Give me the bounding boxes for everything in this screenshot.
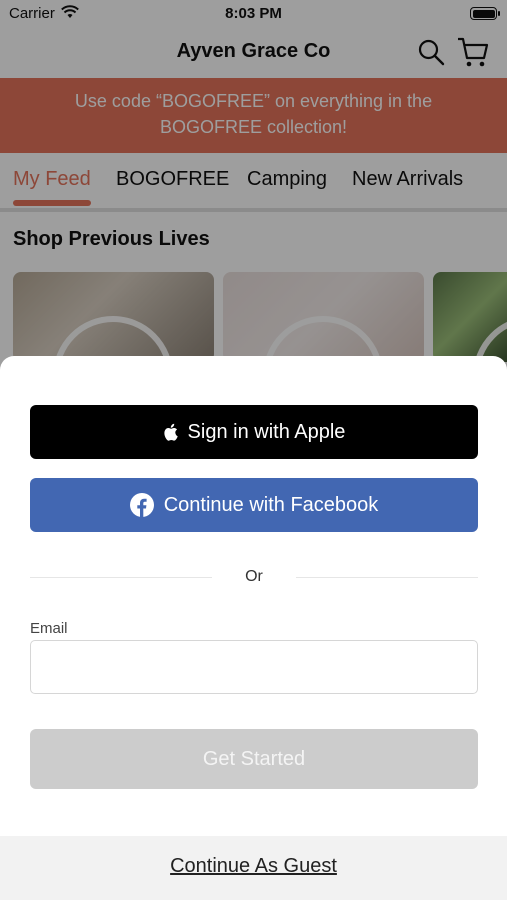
- apple-icon: [163, 423, 178, 441]
- get-started-button[interactable]: Get Started: [30, 729, 478, 789]
- divider-line-right: [296, 577, 478, 578]
- sign-in-with-apple-button[interactable]: Sign in with Apple: [30, 405, 478, 459]
- apple-button-label: Sign in with Apple: [187, 420, 346, 443]
- continue-as-guest-link[interactable]: Continue As Guest: [170, 855, 337, 878]
- continue-with-facebook-button[interactable]: Continue with Facebook: [30, 478, 478, 532]
- facebook-button-label: Continue with Facebook: [163, 493, 379, 516]
- guest-bar: Continue As Guest: [0, 836, 507, 900]
- facebook-icon: [129, 493, 154, 517]
- email-label: Email: [30, 620, 68, 637]
- email-field[interactable]: [30, 640, 478, 694]
- or-divider: Or: [30, 566, 478, 590]
- sign-in-sheet: Sign in with Apple Continue with Faceboo…: [0, 356, 507, 900]
